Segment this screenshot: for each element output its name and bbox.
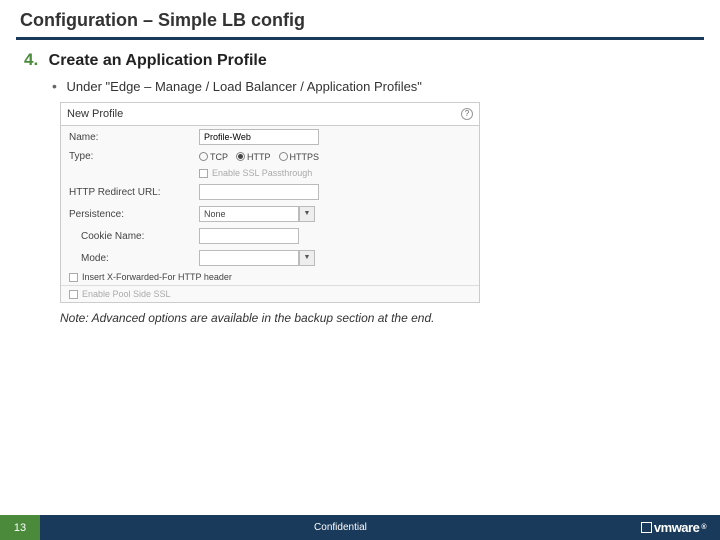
radio-tcp-label: TCP [210,152,228,162]
mode-row: Mode: ▼ [61,247,479,269]
chevron-down-icon: ▼ [299,206,315,222]
radio-tcp[interactable]: TCP [199,152,228,162]
redirect-input[interactable] [199,184,319,200]
persistence-label: Persistence: [69,209,199,220]
slide-title: Configuration – Simple LB config [0,0,720,37]
ssl-passthrough-checkbox[interactable] [199,169,208,178]
title-divider [16,37,704,40]
logo-registered-icon: ® [701,524,706,531]
pool-ssl-row: Enable Pool Side SSL [61,285,479,302]
persistence-select[interactable]: None ▼ [199,206,315,222]
new-profile-dialog: New Profile ? Name: Type: TCP HTTP HTT [60,102,480,303]
confidential-label: Confidential [40,522,641,533]
step-title: Create an Application Profile [49,52,267,70]
type-radio-group: TCP HTTP HTTPS [199,152,319,162]
persistence-row: Persistence: None ▼ [61,203,479,225]
radio-icon [279,152,288,161]
mode-select[interactable]: ▼ [199,250,315,266]
vmware-logo: vmware ® [641,520,720,535]
footer: 13 Confidential vmware ® [0,515,720,540]
radio-https-label: HTTPS [290,152,320,162]
bullet-row: • Under "Edge – Manage / Load Balancer /… [52,78,696,94]
type-label: Type: [69,151,199,162]
page-number: 13 [0,515,40,540]
ssl-passthrough-label: Enable SSL Passthrough [212,168,312,178]
redirect-row: HTTP Redirect URL: [61,181,479,203]
pool-ssl-checkbox[interactable] [69,290,78,299]
note-text: Note: Advanced options are available in … [60,311,696,325]
content-area: 4. Create an Application Profile • Under… [0,50,720,325]
radio-icon [199,152,208,161]
radio-https[interactable]: HTTPS [279,152,320,162]
cookie-label: Cookie Name: [69,231,199,242]
bullet-dot-icon: • [52,78,57,94]
mode-label: Mode: [69,253,199,264]
logo-text: vmware [654,520,699,535]
radio-http-label: HTTP [247,152,271,162]
pool-ssl-label: Enable Pool Side SSL [82,289,171,299]
xff-label: Insert X-Forwarded-For HTTP header [82,272,232,282]
dialog-header: New Profile ? [61,103,479,126]
persistence-value: None [199,206,299,222]
radio-icon [236,152,245,161]
xff-row: Insert X-Forwarded-For HTTP header [61,269,479,285]
name-input[interactable] [199,129,319,145]
ssl-passthrough-row: Enable SSL Passthrough [61,165,479,181]
bullet-text: Under "Edge – Manage / Load Balancer / A… [67,79,422,94]
xff-checkbox[interactable] [69,273,78,282]
chevron-down-icon: ▼ [299,250,315,266]
redirect-label: HTTP Redirect URL: [69,187,199,198]
radio-http[interactable]: HTTP [236,152,271,162]
step-row: 4. Create an Application Profile [24,50,696,70]
logo-box-icon [641,522,652,533]
type-row: Type: TCP HTTP HTTPS [61,148,479,165]
step-number: 4. [24,50,38,70]
name-label: Name: [69,132,199,143]
help-icon[interactable]: ? [461,108,473,120]
cookie-row: Cookie Name: [61,225,479,247]
mode-value [199,250,299,266]
cookie-input[interactable] [199,228,299,244]
name-row: Name: [61,126,479,148]
dialog-title: New Profile [67,108,123,120]
